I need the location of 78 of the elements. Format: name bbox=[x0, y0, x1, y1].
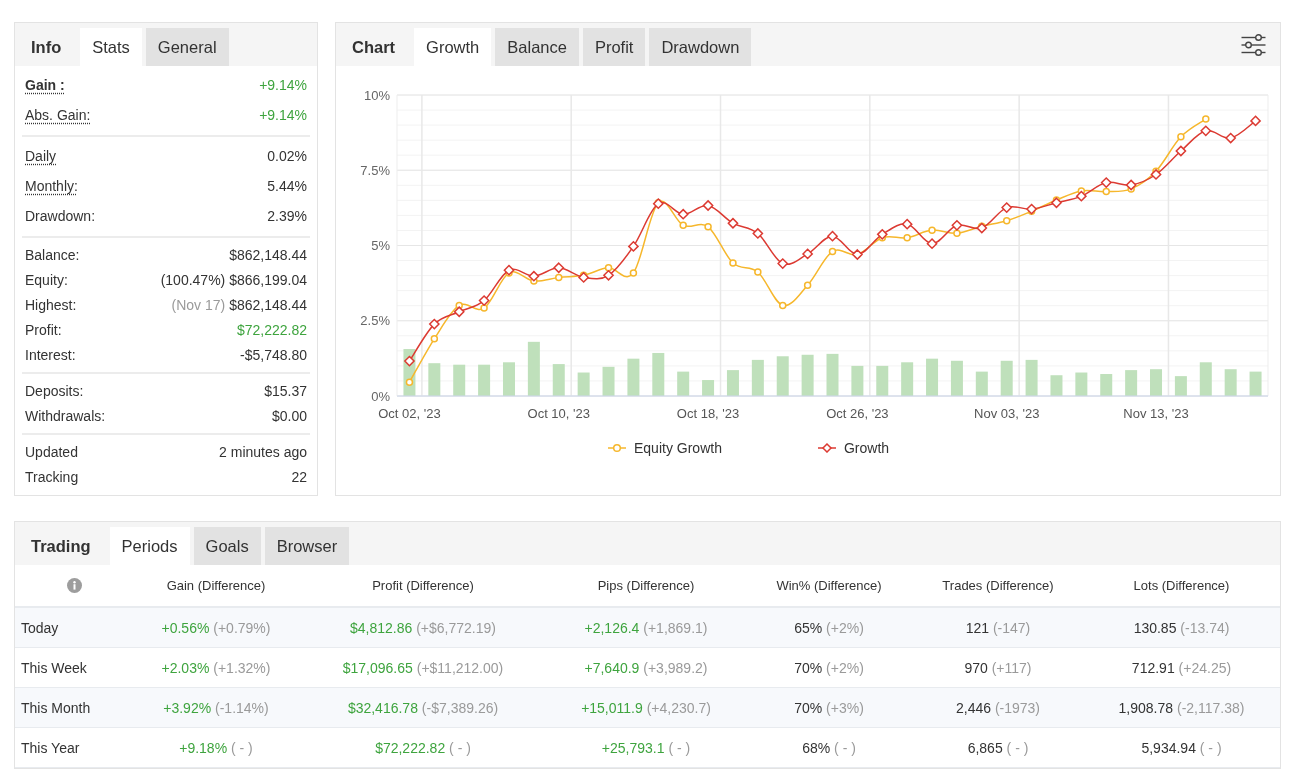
table-cell: +9.18% ( - ) bbox=[179, 739, 253, 756]
stat-value: $72,222.82 bbox=[236, 321, 307, 338]
stat-value: 22 bbox=[291, 468, 307, 485]
column-header: Gain (Difference) bbox=[166, 578, 266, 593]
stat-value: +9.14% bbox=[259, 77, 307, 93]
panel-title: Info bbox=[30, 36, 63, 58]
table-cell: 1,908.78 (-2,117.38) bbox=[1118, 699, 1245, 716]
stat-label: Highest: bbox=[25, 296, 77, 313]
axis-label: 5% bbox=[371, 238, 390, 254]
table-cell: $72,222.82 ( - ) bbox=[375, 739, 471, 756]
period-cell: This Month bbox=[21, 699, 91, 716]
stat-value: (Nov 17) $862,148.44 bbox=[171, 296, 307, 313]
stat-value: $0.00 bbox=[271, 407, 307, 424]
stat-label: Gain : bbox=[25, 77, 65, 93]
stat-label: Abs. Gain: bbox=[25, 107, 91, 123]
axis-label: 10% bbox=[363, 87, 390, 103]
stat-label: Daily bbox=[25, 148, 57, 164]
period-cell: This Week bbox=[21, 659, 87, 676]
table-cell: 70% (+2%) bbox=[794, 659, 864, 676]
period-cell: Today bbox=[21, 619, 59, 636]
stat-label: Interest: bbox=[25, 346, 76, 363]
table-cell: 68% ( - ) bbox=[802, 739, 856, 756]
panel-title: Chart bbox=[351, 36, 397, 58]
axis-label: 0% bbox=[371, 388, 390, 404]
table-cell: $17,096.65 (+$11,212.00) bbox=[342, 659, 504, 676]
stat-value: (100.47%) $866,199.04 bbox=[160, 271, 307, 288]
legend-label: Growth bbox=[843, 440, 890, 456]
table-cell: 65% (+2%) bbox=[794, 619, 864, 636]
table-cell: 130.85 (-13.74) bbox=[1133, 619, 1230, 636]
table-cell: +7,640.9 (+3,989.2) bbox=[584, 659, 708, 676]
stat-value: 2.39% bbox=[267, 208, 307, 224]
stat-value: $15.37 bbox=[264, 382, 307, 399]
column-header: Lots (Difference) bbox=[1133, 578, 1230, 593]
panel-title: Trading bbox=[30, 535, 92, 557]
column-header: Trades (Difference) bbox=[942, 578, 1054, 593]
axis-label: Oct 26, '23 bbox=[826, 405, 889, 421]
stat-label: Balance: bbox=[25, 246, 80, 263]
table-cell: 712.91 (+24.25) bbox=[1131, 659, 1232, 676]
table-cell: 70% (+3%) bbox=[794, 699, 864, 716]
axis-label: 7.5% bbox=[360, 162, 390, 178]
axis-label: Nov 13, '23 bbox=[1123, 405, 1189, 421]
table-cell: 970 (+117) bbox=[964, 659, 1032, 676]
stat-value: 5.44% bbox=[267, 178, 307, 194]
stat-label: Equity: bbox=[25, 271, 68, 288]
table-cell: $4,812.86 (+$6,772.19) bbox=[350, 619, 496, 636]
axis-label: Oct 18, '23 bbox=[676, 405, 740, 421]
table-cell: +3.92% (-1.14%) bbox=[163, 699, 269, 716]
stat-value: +9.14% bbox=[259, 107, 307, 123]
stat-value: 0.02% bbox=[267, 148, 307, 164]
stat-value: 2 minutes ago bbox=[219, 443, 307, 460]
table-cell: $32,416.78 (-$7,389.26) bbox=[347, 699, 499, 716]
table-cell: +2,126.4 (+1,869.1) bbox=[584, 619, 708, 636]
column-header: Profit (Difference) bbox=[372, 578, 474, 593]
stat-label: Updated bbox=[25, 443, 78, 460]
table-cell: 5,934.94 ( - ) bbox=[1141, 739, 1222, 756]
stat-value: -$5,748.80 bbox=[240, 346, 307, 363]
table-cell: 6,865 ( - ) bbox=[967, 739, 1029, 756]
stat-value: $862,148.44 bbox=[229, 246, 307, 263]
axis-label: Oct 02, '23 bbox=[378, 405, 441, 421]
stat-label: Monthly: bbox=[25, 178, 78, 194]
table-cell: +0.56% (+0.79%) bbox=[161, 619, 271, 636]
axis-label: Nov 03, '23 bbox=[974, 405, 1040, 421]
period-cell: This Year bbox=[21, 739, 80, 756]
stat-label: Profit: bbox=[25, 321, 62, 338]
stat-label: Withdrawals: bbox=[25, 407, 106, 424]
table-cell: 121 (-147) bbox=[965, 619, 1031, 636]
stat-label: Drawdown: bbox=[25, 208, 96, 224]
table-cell: +2.03% (+1.32%) bbox=[161, 659, 271, 676]
axis-label: Oct 10, '23 bbox=[527, 405, 590, 421]
table-cell: 2,446 (-1973) bbox=[955, 699, 1041, 716]
column-header: Pips (Difference) bbox=[597, 578, 695, 593]
stat-label: Deposits: bbox=[25, 382, 84, 399]
table-cell: +15,011.9 (+4,230.7) bbox=[581, 699, 711, 716]
stat-label: Tracking bbox=[25, 468, 79, 485]
legend-label: Equity Growth bbox=[634, 440, 722, 456]
table-cell: +25,793.1 ( - ) bbox=[601, 739, 691, 756]
axis-label: 2.5% bbox=[360, 313, 390, 329]
column-header: Win% (Difference) bbox=[776, 578, 882, 593]
